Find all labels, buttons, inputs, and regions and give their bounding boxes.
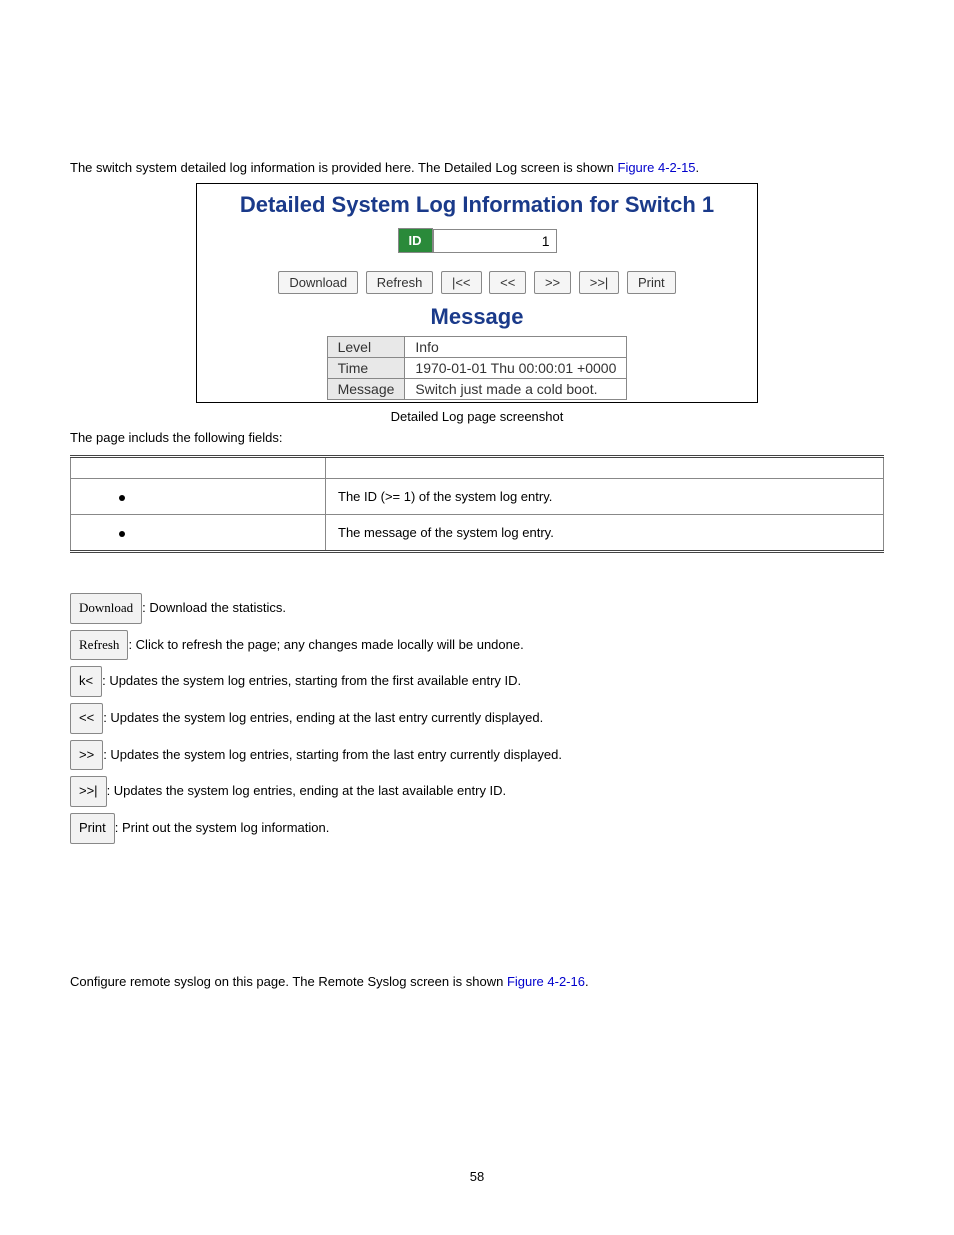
next-desc: : Updates the system log entries, starti… xyxy=(103,747,562,762)
refresh-button-img[interactable]: Refresh xyxy=(70,630,128,661)
level-label: Level xyxy=(327,337,405,358)
fields-header-desc xyxy=(326,457,884,479)
time-label: Time xyxy=(327,358,405,379)
prev-button-img[interactable]: << xyxy=(70,703,103,734)
message-value: Switch just made a cold boot. xyxy=(405,379,627,400)
first-desc: : Updates the system log entries, starti… xyxy=(102,673,521,688)
remote-text-before: Configure remote syslog on this page. Th… xyxy=(70,974,507,989)
first-button[interactable]: |<< xyxy=(441,271,482,294)
fields-table: The ID (>= 1) of the system log entry. T… xyxy=(70,455,884,553)
fields-row-obj xyxy=(71,515,326,552)
last-button-img[interactable]: >>| xyxy=(70,776,107,807)
id-label: ID xyxy=(398,228,433,253)
print-button[interactable]: Print xyxy=(627,271,676,294)
remote-paragraph: Configure remote syslog on this page. Th… xyxy=(70,974,884,989)
level-value: Info xyxy=(405,337,627,358)
intro-text-after: . xyxy=(696,160,700,175)
figure-link-15[interactable]: Figure 4-2-15 xyxy=(618,160,696,175)
fields-row-obj xyxy=(71,479,326,515)
next-button-img[interactable]: >> xyxy=(70,740,103,771)
figure-caption: Detailed Log page screenshot xyxy=(70,409,884,424)
id-row: ID1 xyxy=(197,228,757,253)
intro-text-before: The switch system detailed log informati… xyxy=(70,160,618,175)
print-button-img[interactable]: Print xyxy=(70,813,115,844)
page-number: 58 xyxy=(70,1169,884,1184)
button-descriptions: Download: Download the statistics. Refre… xyxy=(70,593,884,844)
fields-row-desc: The ID (>= 1) of the system log entry. xyxy=(326,479,884,515)
print-desc: : Print out the system log information. xyxy=(115,820,330,835)
last-button[interactable]: >>| xyxy=(579,271,620,294)
bullet-icon xyxy=(119,495,125,501)
figure-link-16[interactable]: Figure 4-2-16 xyxy=(507,974,585,989)
button-row: Download Refresh |<< << >> >>| Print xyxy=(197,271,757,294)
refresh-button[interactable]: Refresh xyxy=(366,271,434,294)
time-value: 1970-01-01 Thu 00:00:01 +0000 xyxy=(405,358,627,379)
message-table: Level Info Time 1970-01-01 Thu 00:00:01 … xyxy=(327,336,628,400)
detailed-log-screenshot: Detailed System Log Information for Swit… xyxy=(196,183,758,403)
message-title: Message xyxy=(197,304,757,330)
fields-row-desc: The message of the system log entry. xyxy=(326,515,884,552)
refresh-desc: : Click to refresh the page; any changes… xyxy=(128,636,523,651)
next-button[interactable]: >> xyxy=(534,271,571,294)
prev-desc: : Updates the system log entries, ending… xyxy=(103,710,543,725)
download-button-img[interactable]: Download xyxy=(70,593,142,624)
prev-button[interactable]: << xyxy=(489,271,526,294)
remote-text-after: . xyxy=(585,974,589,989)
screenshot-title: Detailed System Log Information for Swit… xyxy=(197,192,757,218)
intro-paragraph: The switch system detailed log informati… xyxy=(70,160,884,175)
fields-header-obj xyxy=(71,457,326,479)
bullet-icon xyxy=(119,531,125,537)
download-button[interactable]: Download xyxy=(278,271,358,294)
last-desc: : Updates the system log entries, ending… xyxy=(107,783,507,798)
first-button-img[interactable]: k< xyxy=(70,666,102,697)
fields-intro: The page includs the following fields: xyxy=(70,430,884,445)
download-desc: : Download the statistics. xyxy=(142,600,286,615)
message-label: Message xyxy=(327,379,405,400)
id-input[interactable]: 1 xyxy=(433,229,557,253)
